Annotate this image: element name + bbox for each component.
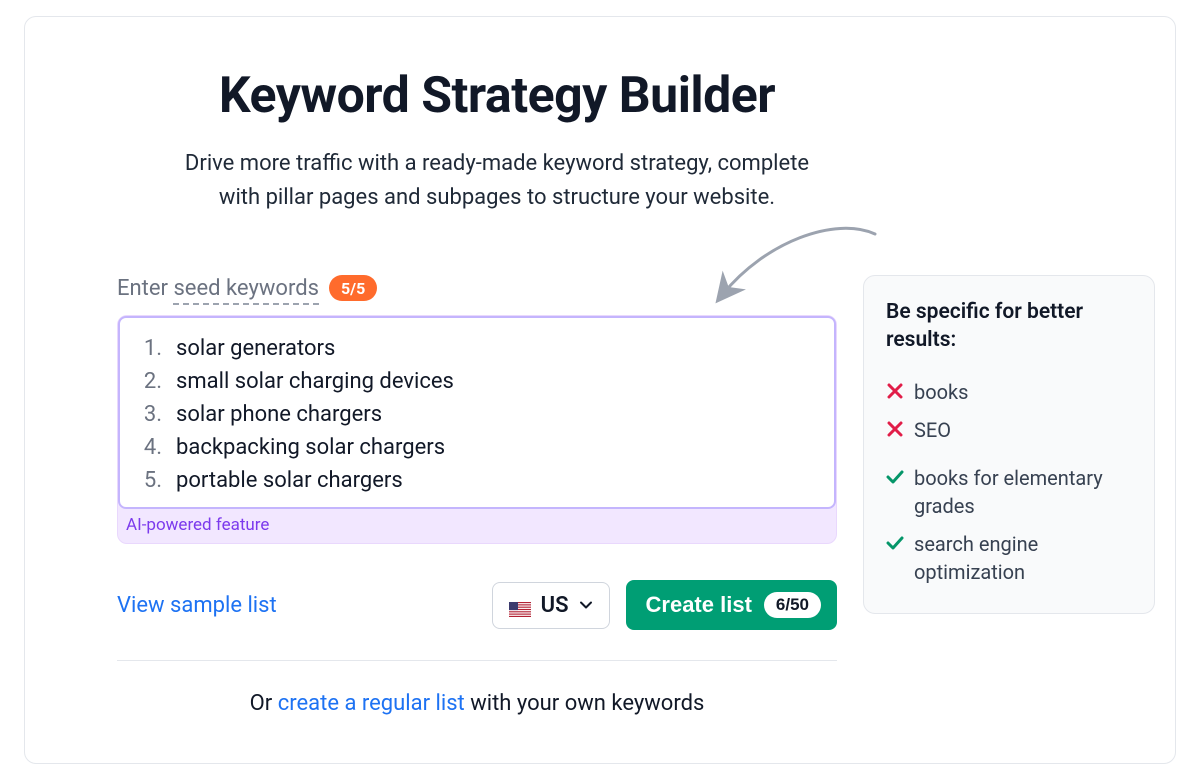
- seed-input[interactable]: solar generators small solar charging de…: [118, 316, 836, 509]
- seed-label-dotted[interactable]: seed keywords: [173, 276, 319, 305]
- seed-item-text: small solar charging devices: [176, 369, 454, 394]
- seed-item-text: solar generators: [176, 336, 335, 361]
- seed-item[interactable]: solar phone chargers: [138, 398, 816, 431]
- chevron-down-icon: [579, 598, 593, 612]
- page-title: Keyword Strategy Builder: [87, 67, 907, 125]
- seed-item[interactable]: portable solar chargers: [138, 464, 816, 497]
- subtitle: Drive more traffic with a ready-made key…: [117, 147, 877, 215]
- create-list-button[interactable]: Create list 6/50: [626, 580, 837, 630]
- create-list-label: Create list: [646, 592, 752, 618]
- x-icon: [886, 382, 904, 400]
- create-regular-list-link[interactable]: create a regular list: [278, 691, 465, 716]
- card: Keyword Strategy Builder Drive more traf…: [24, 16, 1176, 764]
- seed-item[interactable]: solar generators: [138, 332, 816, 365]
- seed-item[interactable]: small solar charging devices: [138, 365, 816, 398]
- seed-box: solar generators small solar charging de…: [117, 315, 837, 544]
- tip-good-item: books for elementary grades: [886, 459, 1132, 525]
- subtitle-line-2: with pillar pages and subpages to struct…: [219, 185, 775, 210]
- tip-good-text: books for elementary grades: [914, 464, 1132, 520]
- tip-bad-item: SEO: [886, 411, 1132, 449]
- check-icon: [886, 534, 904, 552]
- tip-bad-text: SEO: [914, 416, 951, 444]
- seed-list: solar generators small solar charging de…: [138, 332, 816, 497]
- actions-row: View sample list US Create list: [117, 580, 837, 630]
- seed-label: Enter seed keywords: [117, 276, 319, 301]
- divider: [117, 660, 837, 661]
- country-code: US: [541, 593, 569, 618]
- seed-label-prefix: Enter: [117, 276, 173, 301]
- check-icon: [886, 468, 904, 486]
- tip-good-item: search engine optimization: [886, 525, 1132, 591]
- tip-bad-text: books: [914, 378, 969, 406]
- tip-card: Be specific for better results: books SE…: [863, 275, 1155, 614]
- tip-title: Be specific for better results:: [886, 298, 1132, 355]
- seed-count-badge: 5/5: [329, 275, 377, 301]
- ai-feature-label: AI-powered feature: [118, 509, 836, 543]
- seed-item-text: solar phone chargers: [176, 402, 382, 427]
- seed-label-row: Enter seed keywords 5/5: [117, 275, 877, 301]
- main: Keyword Strategy Builder Drive more traf…: [117, 67, 877, 716]
- view-sample-link[interactable]: View sample list: [117, 593, 277, 618]
- x-icon: [886, 420, 904, 438]
- subtitle-line-1: Drive more traffic with a ready-made key…: [185, 151, 809, 176]
- tip-list: books SEO books for elementary grades se…: [886, 373, 1132, 591]
- seed-item-text: portable solar chargers: [176, 468, 403, 493]
- tip-good-text: search engine optimization: [914, 530, 1132, 586]
- alt-suffix: with your own keywords: [465, 691, 705, 716]
- tip-bad-item: books: [886, 373, 1132, 411]
- alt-prefix: Or: [250, 691, 278, 716]
- seed-item-text: backpacking solar chargers: [176, 435, 445, 460]
- seed-item[interactable]: backpacking solar chargers: [138, 431, 816, 464]
- alternate-row: Or create a regular list with your own k…: [117, 691, 837, 716]
- create-list-count-pill: 6/50: [764, 592, 821, 618]
- us-flag-icon: [509, 598, 531, 613]
- country-select[interactable]: US: [492, 582, 610, 629]
